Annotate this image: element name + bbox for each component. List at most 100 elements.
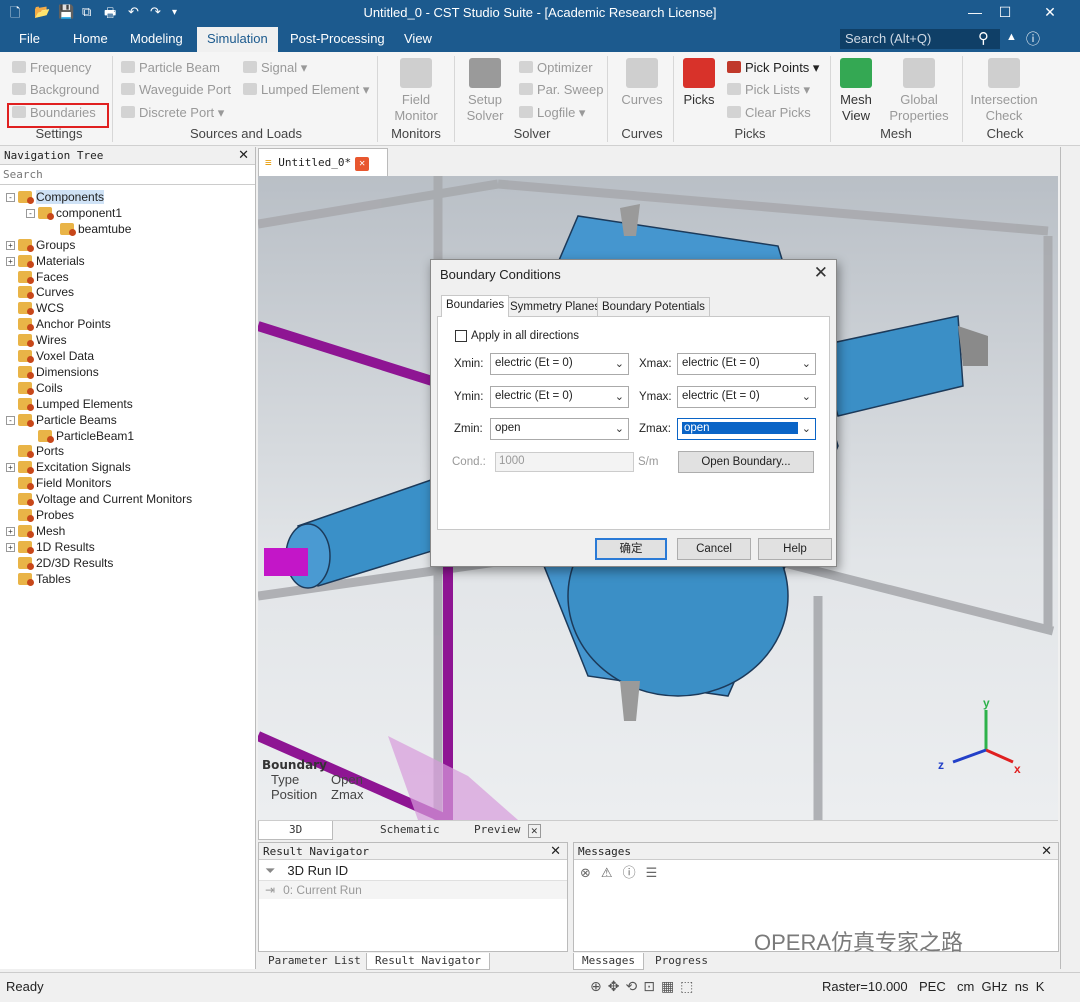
document-tab[interactable]: ≡ Untitled_0* ✕ bbox=[258, 148, 388, 176]
logfile-button[interactable]: Logfile ▾ bbox=[519, 105, 585, 121]
tab-modeling[interactable]: Modeling bbox=[130, 31, 183, 46]
field-monitor-button[interactable]: Field Monitor bbox=[388, 58, 444, 124]
close-tab-icon[interactable]: ✕ bbox=[355, 157, 370, 171]
tree-item-component1[interactable]: - component1 bbox=[26, 205, 122, 221]
run-id-column[interactable]: ⏷ 3D Run ID bbox=[259, 861, 567, 881]
filter-icon[interactable]: ⏷ bbox=[265, 863, 275, 878]
tab-progress[interactable]: Progress bbox=[655, 953, 708, 970]
collapse-icon[interactable]: - bbox=[6, 415, 15, 425]
search-icon[interactable]: ⚲ bbox=[978, 29, 989, 47]
tree-item-ports[interactable]: Ports bbox=[6, 443, 64, 459]
tree-item-2d-3d-results[interactable]: 2D/3D Results bbox=[6, 555, 113, 571]
particle-beam-button[interactable]: Particle Beam bbox=[121, 60, 220, 75]
zoom-icon[interactable]: ⊕ bbox=[590, 978, 608, 994]
cube-view-icon[interactable]: ⬚ bbox=[680, 978, 699, 994]
close-preview-icon[interactable]: ✕ bbox=[528, 824, 541, 838]
tree-item-particle-beams[interactable]: - Particle Beams bbox=[6, 412, 117, 428]
close-icon[interactable]: ✕ bbox=[1041, 843, 1052, 859]
pan-icon[interactable]: ✥ bbox=[608, 978, 626, 994]
tree-item-voxel-data[interactable]: Voxel Data bbox=[6, 348, 94, 364]
expand-icon[interactable]: + bbox=[6, 542, 15, 552]
signal-button[interactable]: Signal ▾ bbox=[243, 60, 307, 76]
clear-messages-icon[interactable]: ☰ bbox=[646, 865, 668, 880]
tree-item-coils[interactable]: Coils bbox=[6, 380, 63, 396]
tab-boundaries[interactable]: Boundaries bbox=[441, 295, 510, 317]
tree-search-input[interactable]: Search bbox=[0, 165, 255, 185]
expand-icon[interactable]: + bbox=[6, 526, 15, 536]
background-material[interactable]: PEC bbox=[919, 979, 946, 994]
ok-button[interactable]: 确定 bbox=[595, 538, 667, 560]
maximize-icon[interactable]: ☐ bbox=[985, 2, 1025, 24]
curves-button[interactable]: Curves bbox=[617, 58, 667, 108]
tree-item-field-monitors[interactable]: Field Monitors bbox=[6, 475, 111, 491]
tab-result-navigator[interactable]: Result Navigator bbox=[366, 953, 490, 970]
tree-item-materials[interactable]: + Materials bbox=[6, 253, 85, 269]
setup-solver-button[interactable]: Setup Solver bbox=[460, 58, 510, 124]
tab-simulation[interactable]: Simulation bbox=[197, 27, 278, 52]
tree-item-excitation-signals[interactable]: + Excitation Signals bbox=[6, 459, 131, 475]
open-boundary-button[interactable]: Open Boundary... bbox=[678, 451, 814, 473]
tab-file[interactable]: File bbox=[19, 31, 40, 46]
tree-item-anchor-points[interactable]: Anchor Points bbox=[6, 316, 111, 332]
frequency-button[interactable]: Frequency bbox=[12, 60, 91, 75]
tab-view[interactable]: View bbox=[404, 31, 432, 46]
waveguide-port-button[interactable]: Waveguide Port bbox=[121, 82, 231, 97]
tree-item-wires[interactable]: Wires bbox=[6, 332, 67, 348]
tab-symmetry-planes[interactable]: Symmetry Planes bbox=[505, 297, 606, 316]
global-properties-button[interactable]: Global Properties bbox=[882, 58, 956, 124]
pick-lists-button[interactable]: Pick Lists ▾ bbox=[727, 82, 810, 98]
help-button[interactable]: Help bbox=[758, 538, 832, 560]
tree-item-particlebeam1[interactable]: ParticleBeam1 bbox=[26, 428, 134, 444]
error-filter-icon[interactable]: ⊗ bbox=[580, 865, 601, 880]
help-icon[interactable]: ⓘ bbox=[1026, 29, 1040, 49]
clear-picks-button[interactable]: Clear Picks bbox=[727, 105, 811, 120]
cancel-button[interactable]: Cancel bbox=[677, 538, 751, 560]
mesh-view-button[interactable]: Mesh View bbox=[836, 58, 876, 124]
tree-item-beamtube[interactable]: beamtube bbox=[48, 221, 131, 237]
expand-icon[interactable]: + bbox=[6, 256, 15, 266]
discrete-port-button[interactable]: Discrete Port ▾ bbox=[121, 105, 224, 121]
tree-item-1d-results[interactable]: +1D Results bbox=[6, 539, 95, 555]
tree-item-dimensions[interactable]: Dimensions bbox=[6, 364, 99, 380]
grid-icon[interactable]: ▦ bbox=[661, 978, 680, 994]
current-run-row[interactable]: ⇥ 0: Current Run bbox=[259, 881, 567, 899]
lumped-element-button[interactable]: Lumped Element ▾ bbox=[243, 82, 369, 98]
zoom-fit-icon[interactable]: ⊡ bbox=[643, 978, 661, 994]
info-filter-icon[interactable]: ⓘ bbox=[623, 865, 646, 880]
warning-filter-icon[interactable]: ⚠ bbox=[601, 865, 623, 880]
tree-item-voltage-and-current-monitors[interactable]: Voltage and Current Monitors bbox=[6, 491, 192, 507]
units-readout[interactable]: cm GHz ns K bbox=[957, 979, 1044, 994]
tree-item-curves[interactable]: Curves bbox=[6, 284, 74, 300]
conductivity-input[interactable]: 1000 bbox=[495, 452, 634, 472]
collapse-icon[interactable]: - bbox=[6, 193, 15, 202]
intersection-check-button[interactable]: Intersection Check bbox=[966, 58, 1042, 124]
tree-item-mesh[interactable]: + Mesh bbox=[6, 523, 65, 539]
par-sweep-button[interactable]: Par. Sweep bbox=[519, 82, 604, 97]
rotate-icon[interactable]: ⟲ bbox=[625, 978, 643, 994]
tab-parameter-list[interactable]: Parameter List bbox=[268, 953, 361, 970]
tree-item-components[interactable]: - Components bbox=[6, 189, 105, 205]
tree-item-faces[interactable]: Faces bbox=[6, 269, 69, 285]
background-button[interactable]: Background bbox=[12, 82, 99, 97]
tab-3d[interactable]: 3D bbox=[258, 821, 334, 840]
close-icon[interactable]: ✕ bbox=[550, 843, 561, 859]
xmin-select[interactable]: electric (Et = 0) ⌄ bbox=[490, 353, 629, 375]
optimizer-button[interactable]: Optimizer bbox=[519, 60, 593, 75]
tree-item-tables[interactable]: Tables bbox=[6, 571, 71, 587]
zmin-select[interactable]: open ⌄ bbox=[490, 418, 629, 440]
expand-icon[interactable]: + bbox=[6, 240, 15, 250]
tab-preview[interactable]: Preview bbox=[474, 823, 520, 836]
zmax-select[interactable]: open ⌄ bbox=[677, 418, 816, 440]
tree-item-wcs[interactable]: WCS bbox=[6, 300, 64, 316]
tab-messages[interactable]: Messages bbox=[573, 953, 644, 970]
tree-item-groups[interactable]: + Groups bbox=[6, 237, 75, 253]
pick-points-button[interactable]: Pick Points ▾ bbox=[727, 60, 819, 76]
tab-boundary-potentials[interactable]: Boundary Potentials bbox=[597, 297, 710, 316]
expand-icon[interactable]: + bbox=[6, 463, 15, 473]
ymin-select[interactable]: electric (Et = 0) ⌄ bbox=[490, 386, 629, 408]
close-dialog-icon[interactable]: ✕ bbox=[814, 263, 828, 283]
tab-schematic[interactable]: Schematic bbox=[380, 823, 440, 836]
collapse-ribbon-icon[interactable]: ▲ bbox=[1006, 31, 1017, 43]
apply-all-checkbox[interactable] bbox=[455, 330, 467, 342]
collapse-icon[interactable]: - bbox=[26, 208, 35, 218]
